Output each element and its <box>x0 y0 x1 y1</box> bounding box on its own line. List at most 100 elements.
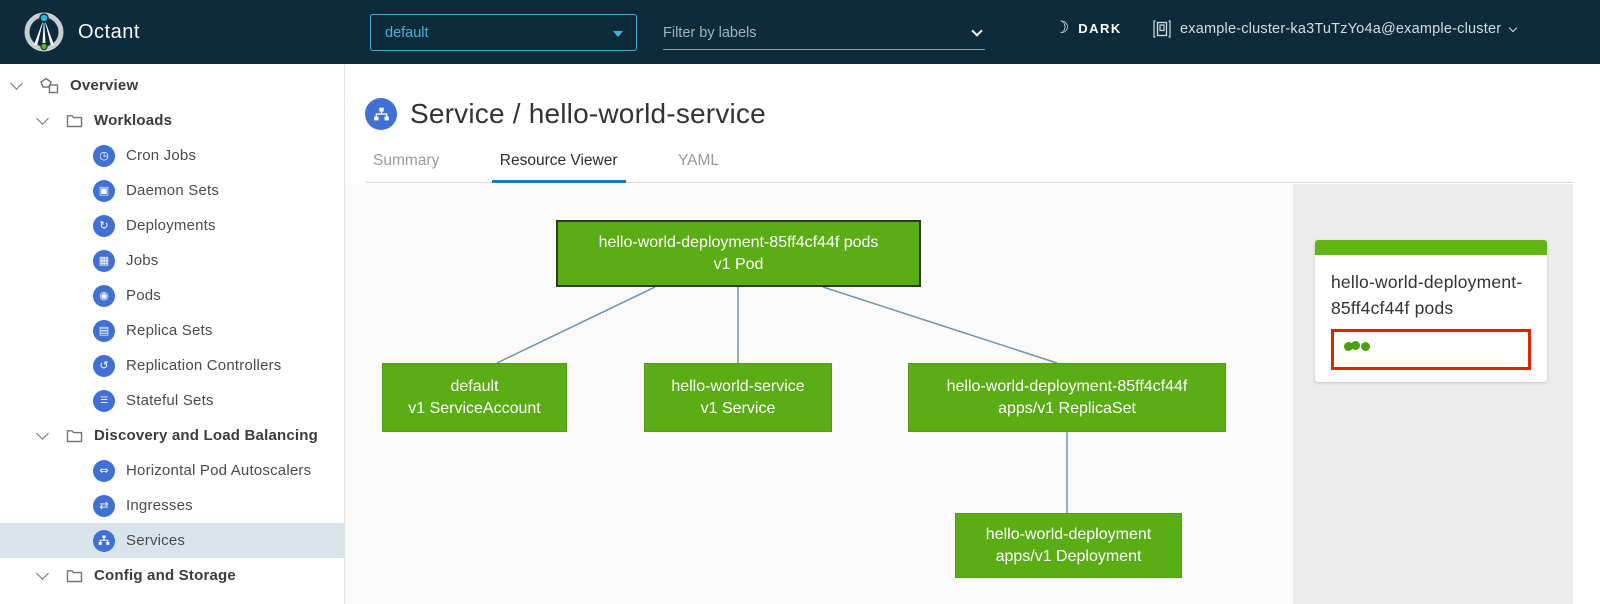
card-title: hello-world-deployment-85ff4cf44f pods <box>1331 272 1523 318</box>
main-content: Service / hello-world-service Summary Re… <box>345 64 1600 604</box>
sidebar-item-pods[interactable]: Pods <box>0 278 344 313</box>
chevron-down-icon[interactable] <box>36 567 49 580</box>
sidebar-item-label: Config and Storage <box>94 567 236 584</box>
resource-header: Service / hello-world-service <box>365 98 766 130</box>
tab-summary[interactable]: Summary <box>365 152 447 180</box>
dark-theme-toggle[interactable]: ☾ DARK <box>1054 18 1122 38</box>
card-body: hello-world-deployment-85ff4cf44f pods <box>1315 255 1547 382</box>
sidebar-item-deployments[interactable]: Deployments <box>0 208 344 243</box>
namespace-dropdown[interactable]: default <box>370 14 637 51</box>
sidebar-item-ingresses[interactable]: Ingresses <box>0 488 344 523</box>
ingress-icon <box>93 494 115 517</box>
node-sublabel: v1 ServiceAccount <box>408 399 541 417</box>
sidebar-item-stateful-sets[interactable]: Stateful Sets <box>0 383 344 418</box>
dark-label: DARK <box>1078 21 1122 36</box>
tab-bar: Summary Resource Viewer YAML <box>365 152 1573 183</box>
cronjob-icon <box>93 144 115 167</box>
sidebar-item-label: Ingresses <box>126 497 193 514</box>
daemonset-icon <box>93 179 115 202</box>
label-filter-input[interactable] <box>663 24 973 41</box>
pod-icon <box>93 284 115 307</box>
statefulset-icon <box>93 389 115 412</box>
deployment-icon <box>93 214 115 237</box>
caret-down-icon <box>613 31 623 37</box>
sidebar-item-label: Jobs <box>126 252 159 269</box>
sidebar-item-replication-controllers[interactable]: Replication Controllers <box>0 348 344 383</box>
graph-node-pod[interactable]: hello-world-deployment-85ff4cf44f pods v… <box>556 220 921 287</box>
node-detail-panel: hello-world-deployment-85ff4cf44f pods <box>1293 184 1573 604</box>
graph-node-replicaset[interactable]: hello-world-deployment-85ff4cf44f apps/v… <box>908 363 1226 432</box>
folder-icon <box>66 569 83 583</box>
sidebar-item-label: Replica Sets <box>126 322 213 339</box>
node-label: hello-world-service <box>671 377 805 395</box>
sidebar-item-label: Replication Controllers <box>126 357 282 374</box>
node-label: hello-world-deployment <box>985 525 1152 543</box>
sidebar-item-jobs[interactable]: Jobs <box>0 243 344 278</box>
node-sublabel: apps/v1 ReplicaSet <box>998 399 1136 417</box>
service-icon <box>365 98 397 130</box>
sidebar-item-label: Discovery and Load Balancing <box>94 427 318 444</box>
sidebar-item-label: Cron Jobs <box>126 147 197 164</box>
node-label: hello-world-deployment-85ff4cf44f <box>946 377 1188 395</box>
sidebar-nav: Overview Workloads Cron Jobs Daemon Sets <box>0 64 345 604</box>
chevron-down-icon[interactable] <box>36 427 49 440</box>
chevron-down-icon[interactable] <box>10 77 23 90</box>
card-status-bar <box>1315 240 1547 255</box>
status-dot <box>1361 342 1370 351</box>
node-sublabel: apps/v1 Deployment <box>995 547 1142 565</box>
graph-node-service[interactable]: hello-world-service v1 Service <box>644 363 832 432</box>
folder-icon <box>66 114 83 128</box>
octant-logo-icon <box>24 12 64 52</box>
chevron-down-icon[interactable] <box>971 24 983 37</box>
label-filter <box>663 16 985 50</box>
sidebar-item-label: Services <box>126 532 186 549</box>
sidebar-item-config-and-storage[interactable]: Config and Storage <box>0 558 344 593</box>
cluster-selector[interactable]: example-cluster-ka3TuTzYo4a@example-clus… <box>1153 20 1518 38</box>
octant-app: Octant default ☾ DARK example-cluster-ka… <box>0 0 1600 604</box>
page-title: Service / hello-world-service <box>410 98 766 129</box>
sidebar-item-replica-sets[interactable]: Replica Sets <box>0 313 344 348</box>
node-label: hello-world-deployment-85ff4cf44f pods <box>598 233 879 251</box>
sidebar-item-label: Daemon Sets <box>126 182 220 199</box>
chevron-down-icon <box>1509 23 1518 32</box>
pod-status-dots <box>1344 340 1518 351</box>
sidebar-item-workloads[interactable]: Workloads <box>0 103 344 138</box>
service-icon <box>93 529 115 552</box>
pod-status-card[interactable]: hello-world-deployment-85ff4cf44f pods <box>1315 240 1547 382</box>
tab-yaml[interactable]: YAML <box>670 152 727 180</box>
pod-status-highlight-box <box>1331 329 1531 370</box>
chevron-down-icon[interactable] <box>36 112 49 125</box>
sidebar-item-horizontal-pod-autoscalers[interactable]: Horizontal Pod Autoscalers <box>0 453 344 488</box>
sidebar-item-label: Pods <box>126 287 161 304</box>
namespace-value: default <box>385 24 429 41</box>
cluster-name: example-cluster-ka3TuTzYo4a@example-clus… <box>1180 21 1502 37</box>
status-dot <box>1351 340 1360 350</box>
replicaset-icon <box>93 319 115 342</box>
node-sublabel: v1 Service <box>700 399 776 417</box>
sidebar-item-discovery-and-load-balancing[interactable]: Discovery and Load Balancing <box>0 418 344 453</box>
sidebar-item-label: Overview <box>70 77 139 94</box>
objects-icon <box>40 77 59 94</box>
graph-node-serviceaccount[interactable]: default v1 ServiceAccount <box>382 363 567 432</box>
node-sublabel: v1 Pod <box>713 255 764 273</box>
sidebar-item-services[interactable]: Services <box>0 523 344 558</box>
sidebar-item-label: Horizontal Pod Autoscalers <box>126 462 312 479</box>
sidebar-item-daemon-sets[interactable]: Daemon Sets <box>0 173 344 208</box>
node-label: default <box>450 377 499 395</box>
sidebar-item-cron-jobs[interactable]: Cron Jobs <box>0 138 344 173</box>
sidebar-item-label: Workloads <box>94 112 173 129</box>
app-title: Octant <box>78 20 140 43</box>
sidebar-item-label: Deployments <box>126 217 216 234</box>
hpa-icon <box>93 459 115 482</box>
job-icon <box>93 249 115 272</box>
cluster-icon <box>1153 20 1171 38</box>
resource-viewer-graph: hello-world-deployment-85ff4cf44f pods v… <box>345 184 1293 604</box>
tab-resource-viewer[interactable]: Resource Viewer <box>491 152 626 183</box>
folder-icon <box>66 429 83 443</box>
header-bar: Octant default ☾ DARK example-cluster-ka… <box>0 0 1600 64</box>
sidebar-item-label: Stateful Sets <box>126 392 214 409</box>
graph-node-deployment[interactable]: hello-world-deployment apps/v1 Deploymen… <box>955 513 1182 578</box>
replicationcontroller-icon <box>93 354 115 377</box>
sidebar-item-overview[interactable]: Overview <box>0 68 344 103</box>
moon-icon: ☾ <box>1054 18 1070 38</box>
